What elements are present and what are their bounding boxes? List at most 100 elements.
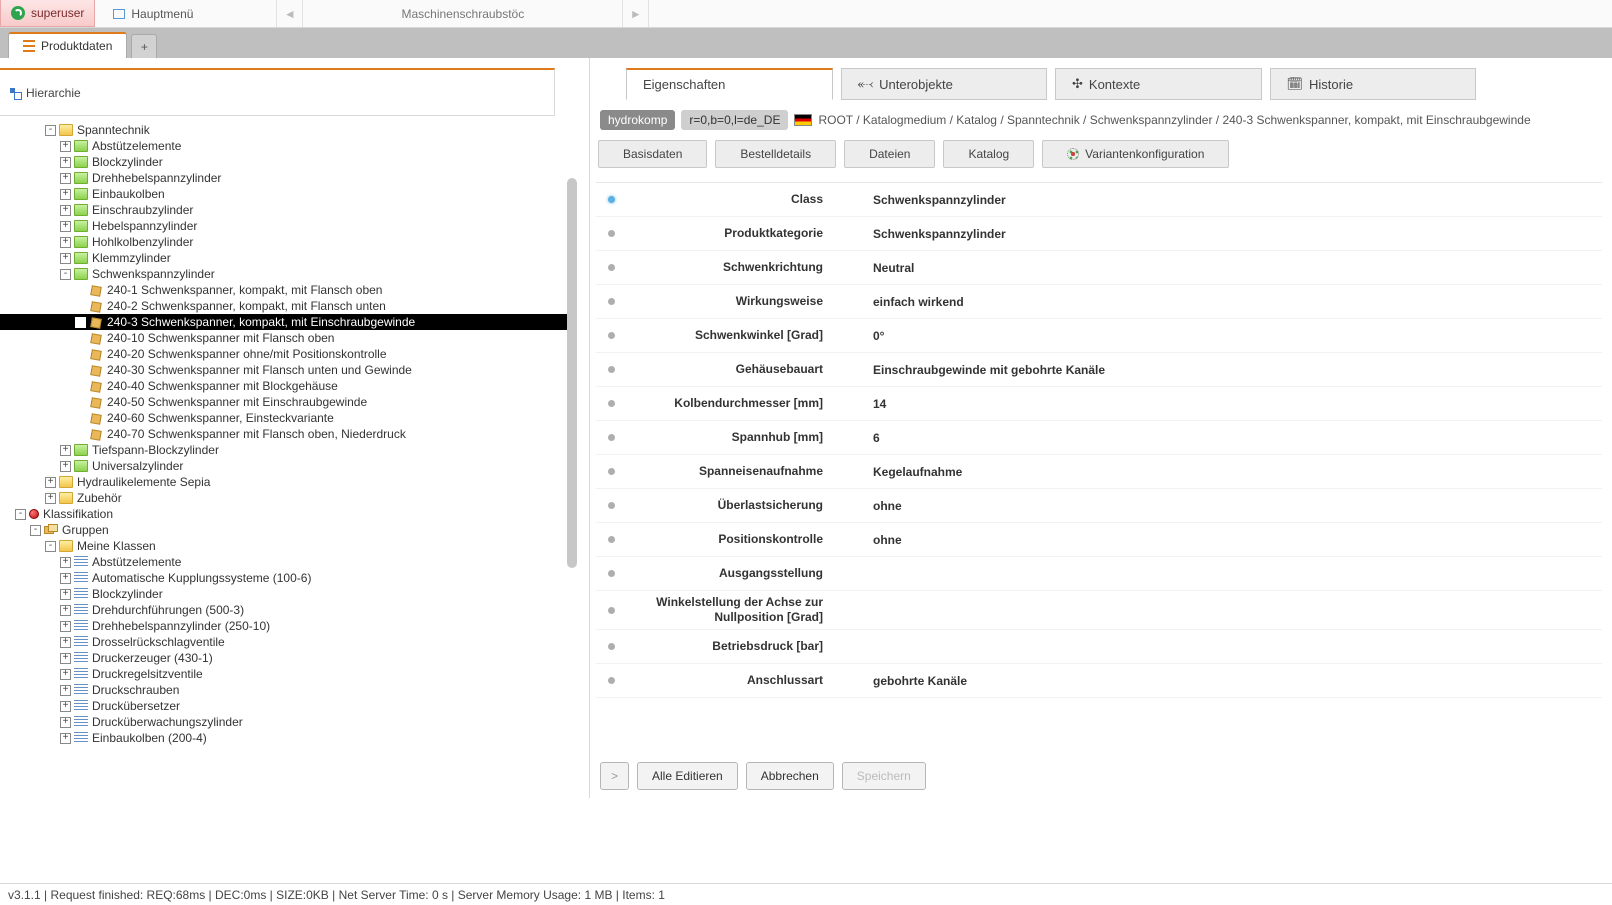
main-menu-tab[interactable]: Hauptmenü (97, 0, 277, 27)
tree-row[interactable]: +Abstützelemente (0, 554, 570, 570)
expand-icon[interactable]: + (60, 637, 71, 648)
tree-row[interactable]: -Schwenkspannzylinder (0, 266, 570, 282)
user-chip[interactable]: superuser (0, 0, 95, 27)
tree-row[interactable]: +Zubehör (0, 490, 570, 506)
expand-icon[interactable]: + (60, 733, 71, 744)
property-value[interactable]: 6 (837, 431, 1602, 445)
property-value[interactable]: Kegelaufnahme (837, 465, 1602, 479)
property-value[interactable]: Einschraubgewinde mit gebohrte Kanäle (837, 363, 1602, 377)
document-tab-produktdaten[interactable]: Produktdaten (8, 32, 127, 58)
tree-row[interactable]: 240-2 Schwenkspanner, kompakt, mit Flans… (0, 298, 570, 314)
expand-icon[interactable]: + (60, 461, 71, 472)
nav-prev-icon[interactable]: ◄ (277, 0, 303, 27)
tree-row[interactable]: +Automatische Kupplungssysteme (100-6) (0, 570, 570, 586)
expand-icon[interactable]: + (60, 717, 71, 728)
tree-row[interactable]: +Drosselrückschlagventile (0, 634, 570, 650)
scrollbar-thumb[interactable] (567, 178, 577, 568)
expand-icon[interactable]: + (60, 589, 71, 600)
tree-row[interactable]: +Klemmzylinder (0, 250, 570, 266)
expand-icon[interactable]: + (60, 157, 71, 168)
property-value[interactable]: 0° (837, 329, 1602, 343)
tree-row[interactable]: +Einbaukolben (0, 186, 570, 202)
breadcrumb[interactable]: ROOT / Katalogmedium / Katalog / Spannte… (818, 113, 1530, 127)
tree-row[interactable]: +Drehdurchführungen (500-3) (0, 602, 570, 618)
subtab-bestelldetails[interactable]: Bestelldetails (715, 140, 836, 168)
expand-icon[interactable]: + (45, 477, 56, 488)
edit-all-button[interactable]: Alle Editieren (637, 762, 738, 790)
property-value[interactable]: 14 (837, 397, 1602, 411)
add-tab-button[interactable]: + (131, 34, 157, 58)
tree-row[interactable]: 240-50 Schwenkspanner mit Einschraubgewi… (0, 394, 570, 410)
expand-icon[interactable]: + (60, 173, 71, 184)
expand-icon[interactable]: + (60, 557, 71, 568)
tab-unterobjekte[interactable]: ⬷Unterobjekte (841, 68, 1048, 100)
tree-row[interactable]: 240-10 Schwenkspanner mit Flansch oben (0, 330, 570, 346)
subtab-katalog[interactable]: Katalog (943, 140, 1034, 168)
expand-icon[interactable]: + (60, 701, 71, 712)
tree-row[interactable]: 240-3 Schwenkspanner, kompakt, mit Einsc… (0, 314, 570, 330)
tree-row[interactable]: 240-1 Schwenkspanner, kompakt, mit Flans… (0, 282, 570, 298)
subtab-dateien[interactable]: Dateien (844, 140, 935, 168)
expand-icon[interactable]: + (60, 685, 71, 696)
tree-row[interactable]: 240-60 Schwenkspanner, Einsteckvariante (0, 410, 570, 426)
property-value[interactable]: einfach wirkend (837, 295, 1602, 309)
expand-icon[interactable]: + (60, 253, 71, 264)
property-value[interactable]: gebohrte Kanäle (837, 674, 1602, 688)
tree-row[interactable]: +Druckschrauben (0, 682, 570, 698)
page-title-tab[interactable]: Maschinenschraubstöc (303, 0, 623, 27)
tree-row[interactable]: 240-20 Schwenkspanner ohne/mit Positions… (0, 346, 570, 362)
tree-row[interactable]: +Blockzylinder (0, 154, 570, 170)
pill-db[interactable]: hydrokomp (600, 110, 675, 130)
collapse-icon[interactable]: - (60, 269, 71, 280)
expand-icon[interactable]: + (60, 205, 71, 216)
tab-kontexte[interactable]: ✣Kontexte (1055, 68, 1262, 100)
property-value[interactable]: ohne (837, 499, 1602, 513)
tree-row[interactable]: +Hohlkolbenzylinder (0, 234, 570, 250)
expand-icon[interactable]: + (60, 573, 71, 584)
hierarchy-tree[interactable]: -Spanntechnik+Abstützelemente+Blockzylin… (0, 122, 570, 792)
tree-row[interactable]: -Spanntechnik (0, 122, 570, 138)
tree-row[interactable]: +Blockzylinder (0, 586, 570, 602)
property-value[interactable]: Neutral (837, 261, 1602, 275)
collapse-icon[interactable]: - (30, 525, 41, 536)
tree-row[interactable]: 240-70 Schwenkspanner mit Flansch oben, … (0, 426, 570, 442)
subtab-variantenkonfiguration[interactable]: Variantenkonfiguration (1042, 140, 1229, 168)
tree-row[interactable]: +Druckregelsitzventile (0, 666, 570, 682)
tree-row[interactable]: +Abstützelemente (0, 138, 570, 154)
cancel-button[interactable]: Abbrechen (746, 762, 834, 790)
tree-row[interactable]: +Hydraulikelemente Sepia (0, 474, 570, 490)
tree-row[interactable]: -Klassifikation (0, 506, 570, 522)
tree-row[interactable]: +Tiefspann-Blockzylinder (0, 442, 570, 458)
property-value[interactable]: Schwenkspannzylinder (837, 193, 1602, 207)
expand-icon[interactable]: + (60, 445, 71, 456)
tree-row[interactable]: +Druckübersetzer (0, 698, 570, 714)
expand-icon[interactable]: + (60, 669, 71, 680)
subtab-basisdaten[interactable]: Basisdaten (598, 140, 707, 168)
tab-historie[interactable]: 🗓Historie (1270, 68, 1477, 100)
collapse-icon[interactable]: - (45, 125, 56, 136)
collapse-icon[interactable]: - (15, 509, 26, 520)
expand-icon[interactable]: + (60, 237, 71, 248)
property-value[interactable]: ohne (837, 533, 1602, 547)
tree-row[interactable]: -Meine Klassen (0, 538, 570, 554)
tree-row[interactable]: 240-40 Schwenkspanner mit Blockgehäuse (0, 378, 570, 394)
expand-icon[interactable]: + (60, 653, 71, 664)
property-value[interactable]: Schwenkspannzylinder (837, 227, 1602, 241)
nav-next-icon[interactable]: ► (623, 0, 649, 27)
expand-icon[interactable]: + (60, 621, 71, 632)
tree-row[interactable]: +Einschraubzylinder (0, 202, 570, 218)
expand-icon[interactable]: + (60, 605, 71, 616)
tab-eigenschaften[interactable]: Eigenschaften (626, 68, 833, 100)
tree-row[interactable]: +Einbaukolben (200-4) (0, 730, 570, 746)
tree-row[interactable]: +Druckerzeuger (430-1) (0, 650, 570, 666)
expand-icon[interactable]: + (60, 189, 71, 200)
tree-row[interactable]: +Drucküberwachungszylinder (0, 714, 570, 730)
pill-locale[interactable]: r=0,b=0,l=de_DE (681, 110, 788, 130)
save-button[interactable]: Speichern (842, 762, 926, 790)
next-button[interactable]: > (600, 762, 629, 790)
tree-row[interactable]: +Universalzylinder (0, 458, 570, 474)
tree-row[interactable]: +Drehhebelspannzylinder (0, 170, 570, 186)
tree-row[interactable]: +Drehhebelspannzylinder (250-10) (0, 618, 570, 634)
expand-icon[interactable]: + (60, 141, 71, 152)
tree-row[interactable]: -Gruppen (0, 522, 570, 538)
